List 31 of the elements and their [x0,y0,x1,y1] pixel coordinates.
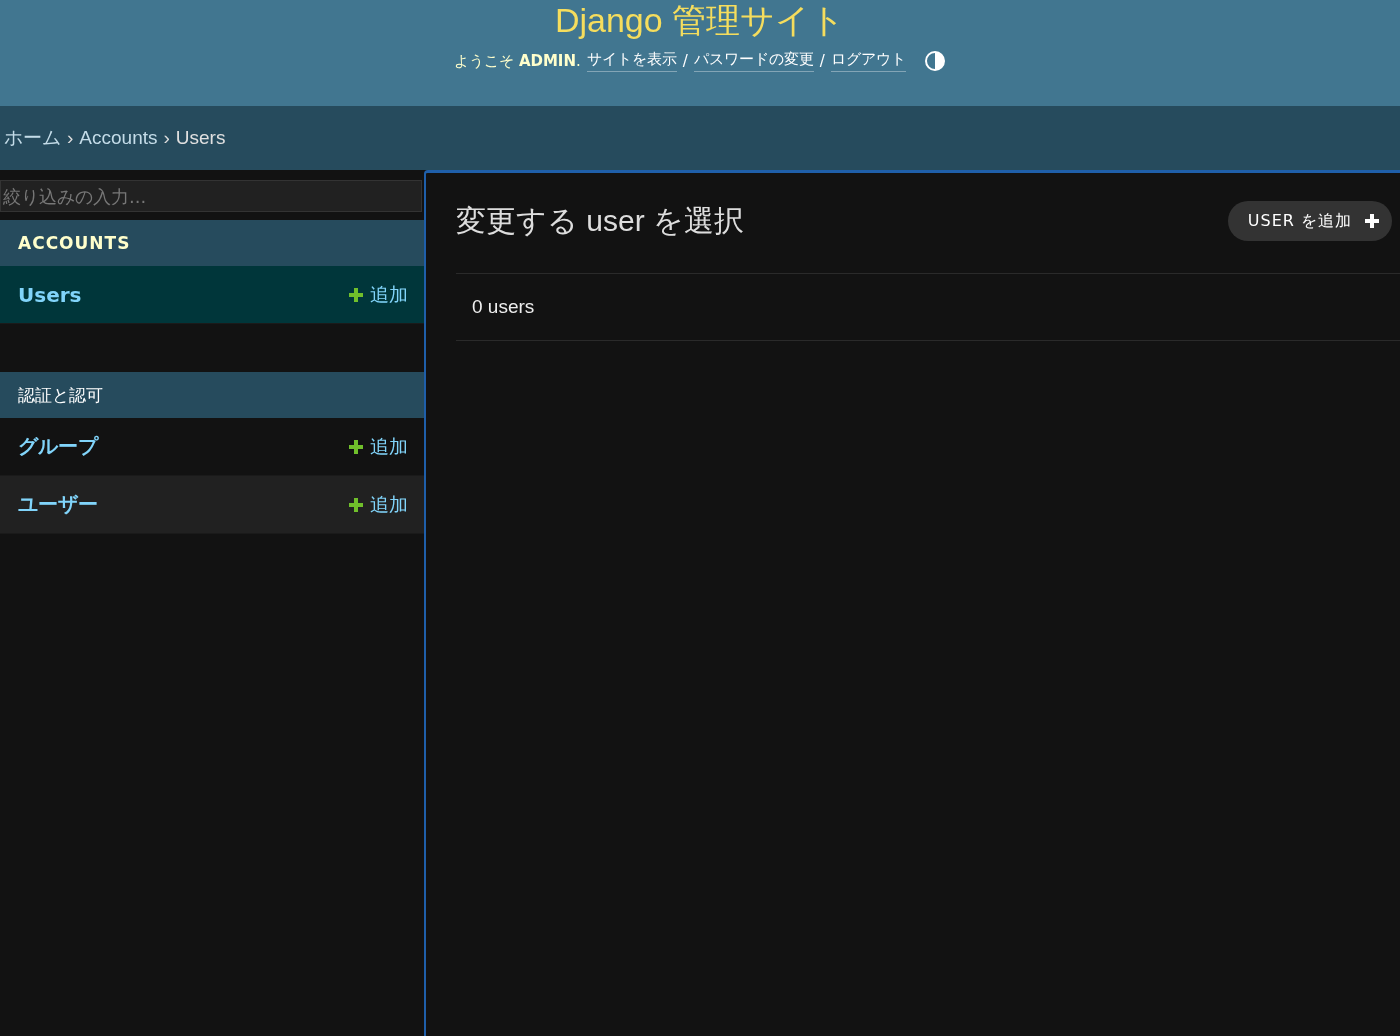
result-count: 0 users [456,274,1400,341]
app-header[interactable]: 認証と認可 [0,372,424,418]
app-name[interactable]: ACCOUNTS [18,233,131,253]
app-header[interactable]: ACCOUNTS [0,220,424,266]
add-link[interactable]: 追加 [348,491,408,518]
plus-icon [1364,213,1380,229]
add-link[interactable]: 追加 [348,281,408,308]
header-link[interactable]: パスワードの変更 [693,50,814,72]
plus-icon [348,438,364,455]
theme-toggle-icon[interactable] [923,50,946,72]
filter-field[interactable]: 絞り込みの入力... [0,180,422,212]
header-link[interactable]: サイトを表示 [586,50,677,72]
site-title: Django 管理サイト [554,0,846,40]
breadcrumb-item[interactable]: Accounts [79,127,158,149]
add-link[interactable]: 追加 [348,433,408,460]
page-title: 変更する user を選択 [456,202,745,239]
header-link[interactable]: ログアウト [830,50,906,72]
plus-icon [348,286,364,303]
plus-icon [348,496,364,513]
separator: / [682,52,688,70]
breadcrumb-separator: › [163,127,170,149]
welcome-text: ようこそ ADMIN. [454,51,581,71]
breadcrumb-item[interactable]: ホーム [4,125,61,151]
breadcrumb-separator: › [67,127,74,149]
breadcrumb-item: Users [175,127,226,149]
separator: / [819,52,825,70]
add-user-button[interactable]: USER を追加 [1227,201,1392,241]
model-link[interactable]: ユーザー [18,491,348,518]
app-name[interactable]: 認証と認可 [18,383,103,407]
model-link[interactable]: Users [18,282,348,307]
model-link[interactable]: グループ [18,433,348,460]
